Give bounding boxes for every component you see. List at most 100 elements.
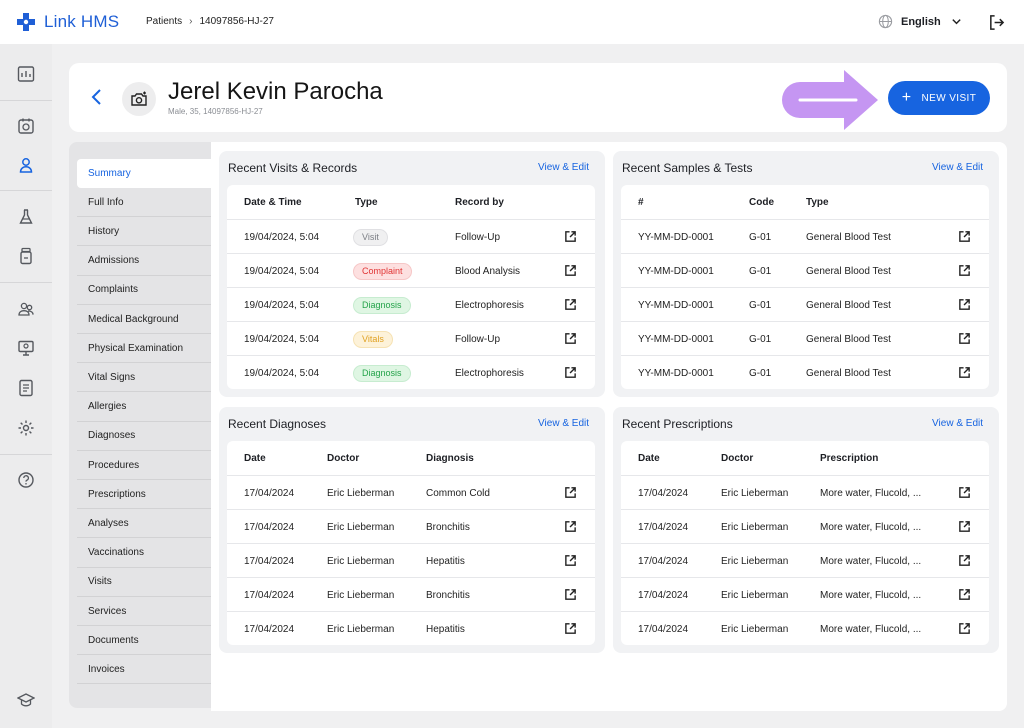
rail-pharmacy[interactable]: [0, 242, 52, 270]
open-external-icon[interactable]: [958, 520, 971, 536]
language-selector[interactable]: English: [878, 14, 962, 29]
table-row[interactable]: 17/04/2024 Eric Lieberman More water, Fluc…: [621, 611, 989, 645]
nav-item-complaints[interactable]: Complaints: [77, 276, 211, 305]
table-row[interactable]: 17/04/2024 Eric Lieberman Hepatitis: [227, 611, 595, 645]
nav-item-admissions[interactable]: Admissions: [77, 247, 211, 276]
chevron-left-icon: [91, 89, 101, 105]
table-cell: Hepatitis: [426, 623, 465, 635]
table-row[interactable]: YY-MM-DD-0001 G-01 General Blood Test: [621, 287, 989, 321]
nav-item-analyses[interactable]: Analyses: [77, 509, 211, 539]
open-external-icon[interactable]: [958, 554, 971, 570]
open-external-icon[interactable]: [958, 588, 971, 604]
open-external-icon[interactable]: [564, 588, 577, 604]
open-external-icon[interactable]: [564, 366, 577, 382]
rail-calendar[interactable]: [0, 112, 52, 140]
table-cell: G-01: [749, 333, 772, 345]
table-row[interactable]: 19/04/2024, 5:04 Diagnosis Electrophoresis: [227, 355, 595, 389]
nav-item-full-info[interactable]: Full Info: [77, 188, 211, 218]
back-button[interactable]: [90, 88, 104, 111]
calendar-icon: [18, 118, 34, 134]
nav-item-allergies[interactable]: Allergies: [77, 393, 211, 422]
nav-item-invoices[interactable]: Invoices: [77, 655, 211, 685]
table-row[interactable]: 17/04/2024 Eric Lieberman Hepatitis: [227, 543, 595, 577]
samples-table: # Code Type YY-MM-DD-0001 G-01 General Blood …: [621, 185, 989, 389]
nav-item-documents[interactable]: Documents: [77, 626, 211, 656]
table-cell: Electrophoresis: [455, 367, 524, 379]
nav-item-diagnoses[interactable]: Diagnoses: [77, 422, 211, 451]
table-row[interactable]: YY-MM-DD-0001 G-01 General Blood Test: [621, 219, 989, 253]
plus-icon: +: [901, 89, 912, 106]
nav-item-procedures[interactable]: Procedures: [77, 451, 211, 480]
nav-item-visits[interactable]: Visits: [77, 568, 211, 597]
open-external-icon[interactable]: [958, 264, 971, 280]
recent-diagnoses-section: Recent Diagnoses View & Edit Date Doctor D…: [219, 407, 605, 653]
rail-help[interactable]: [0, 466, 52, 494]
table-row[interactable]: 17/04/2024 Eric Lieberman Bronchitis: [227, 509, 595, 543]
rail-settings[interactable]: [0, 414, 52, 442]
table-row[interactable]: 19/04/2024, 5:04 Vitals Follow-Up: [227, 321, 595, 355]
column-header: Doctor: [327, 452, 360, 464]
app-logo[interactable]: Link HMS: [16, 12, 119, 32]
nav-item-summary[interactable]: Summary: [77, 159, 211, 188]
table-cell: 19/04/2024, 5:04: [244, 333, 320, 345]
dashboard-icon: [17, 66, 35, 82]
open-external-icon[interactable]: [564, 622, 577, 638]
nav-item-physical-examination[interactable]: Physical Examination: [77, 334, 211, 364]
open-external-icon[interactable]: [564, 520, 577, 536]
open-external-icon[interactable]: [564, 332, 577, 348]
table-row[interactable]: 19/04/2024, 5:04 Diagnosis Electrophoresis: [227, 287, 595, 321]
breadcrumb-patients[interactable]: Patients: [146, 16, 182, 27]
open-external-icon[interactable]: [958, 230, 971, 246]
open-external-icon[interactable]: [958, 622, 971, 638]
rail-dashboard[interactable]: [0, 60, 52, 88]
open-external-icon[interactable]: [958, 366, 971, 382]
table-row[interactable]: YY-MM-DD-0001 G-01 General Blood Test: [621, 253, 989, 287]
new-visit-label: NEW VISIT: [921, 92, 977, 104]
type-badge: Diagnosis: [353, 296, 411, 314]
recent-samples-section: Recent Samples & Tests View & Edit # Code…: [613, 151, 999, 397]
table-row[interactable]: 17/04/2024 Eric Lieberman Common Cold: [227, 475, 595, 509]
patient-photo-button[interactable]: [122, 82, 156, 116]
new-visit-button[interactable]: + NEW VISIT: [888, 81, 990, 115]
open-external-icon[interactable]: [564, 298, 577, 314]
type-cell: Visit: [353, 220, 388, 254]
rail-patients[interactable]: [0, 151, 52, 179]
rail-reports[interactable]: [0, 374, 52, 402]
open-external-icon[interactable]: [958, 486, 971, 502]
rail-staff[interactable]: [0, 295, 52, 323]
section-title: Recent Visits & Records: [228, 161, 358, 175]
rail-education[interactable]: [0, 686, 52, 714]
table-row[interactable]: 17/04/2024 Eric Lieberman More water, Fluc…: [621, 577, 989, 611]
table-cell: 17/04/2024: [638, 623, 689, 635]
nav-item-vaccinations[interactable]: Vaccinations: [77, 539, 211, 568]
table-row[interactable]: YY-MM-DD-0001 G-01 General Blood Test: [621, 355, 989, 389]
chevron-down-icon: [952, 19, 961, 25]
view-edit-link[interactable]: View & Edit: [932, 162, 983, 173]
open-external-icon[interactable]: [564, 264, 577, 280]
nav-item-medical-background[interactable]: Medical Background: [77, 305, 211, 334]
table-row[interactable]: YY-MM-DD-0001 G-01 General Blood Test: [621, 321, 989, 355]
table-row[interactable]: 19/04/2024, 5:04 Visit Follow-Up: [227, 219, 595, 253]
table-row[interactable]: 17/04/2024 Eric Lieberman More water, Fluc…: [621, 543, 989, 577]
patient-name: Jerel Kevin Parocha: [168, 78, 383, 105]
logout-button[interactable]: [988, 14, 1005, 36]
nav-item-history[interactable]: History: [77, 217, 211, 247]
table-row[interactable]: 17/04/2024 Eric Lieberman Bronchitis: [227, 577, 595, 611]
open-external-icon[interactable]: [958, 298, 971, 314]
view-edit-link[interactable]: View & Edit: [538, 162, 589, 173]
nav-item-vital-signs[interactable]: Vital Signs: [77, 363, 211, 393]
table-row[interactable]: 17/04/2024 Eric Lieberman More water, Fluc…: [621, 509, 989, 543]
open-external-icon[interactable]: [958, 332, 971, 348]
view-edit-link[interactable]: View & Edit: [538, 418, 589, 429]
rail-lab[interactable]: [0, 203, 52, 231]
open-external-icon[interactable]: [564, 554, 577, 570]
nav-item-prescriptions[interactable]: Prescriptions: [77, 480, 211, 510]
table-row[interactable]: 17/04/2024 Eric Lieberman More water, Fluc…: [621, 475, 989, 509]
rail-monitor[interactable]: [0, 334, 52, 362]
open-external-icon[interactable]: [564, 230, 577, 246]
nav-item-label: Full Info: [88, 196, 124, 208]
nav-item-services[interactable]: Services: [77, 597, 211, 626]
table-row[interactable]: 19/04/2024, 5:04 Complaint Blood Analysis: [227, 253, 595, 287]
open-external-icon[interactable]: [564, 486, 577, 502]
view-edit-link[interactable]: View & Edit: [932, 418, 983, 429]
